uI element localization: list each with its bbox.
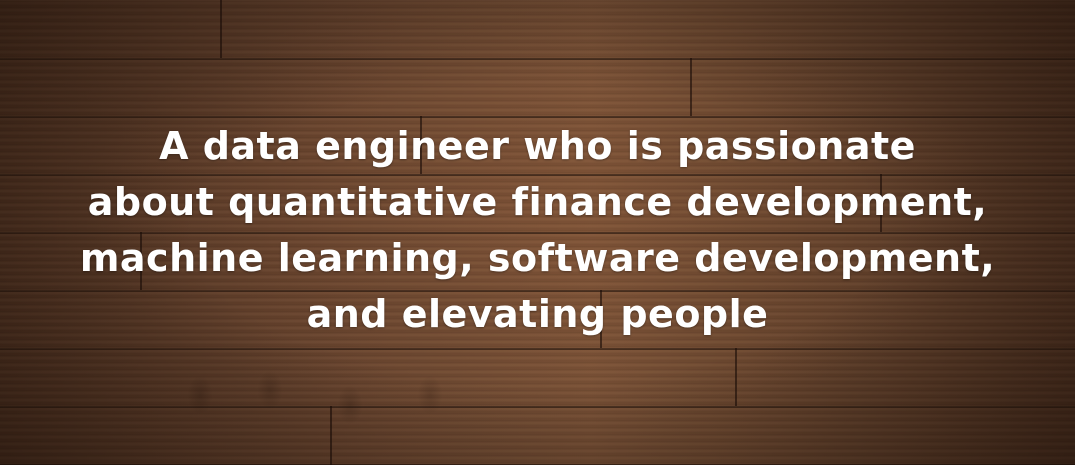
tagline-line: and elevating people [306,292,769,336]
hero-banner: A data engineer who is passionate about … [0,0,1075,465]
tagline-line: A data engineer who is passionate [159,124,916,168]
tagline-line: machine learning, software development, [79,236,996,280]
tagline-heading: A data engineer who is passionate about … [0,118,1075,342]
tagline-line: about quantitative finance development, [87,180,988,224]
